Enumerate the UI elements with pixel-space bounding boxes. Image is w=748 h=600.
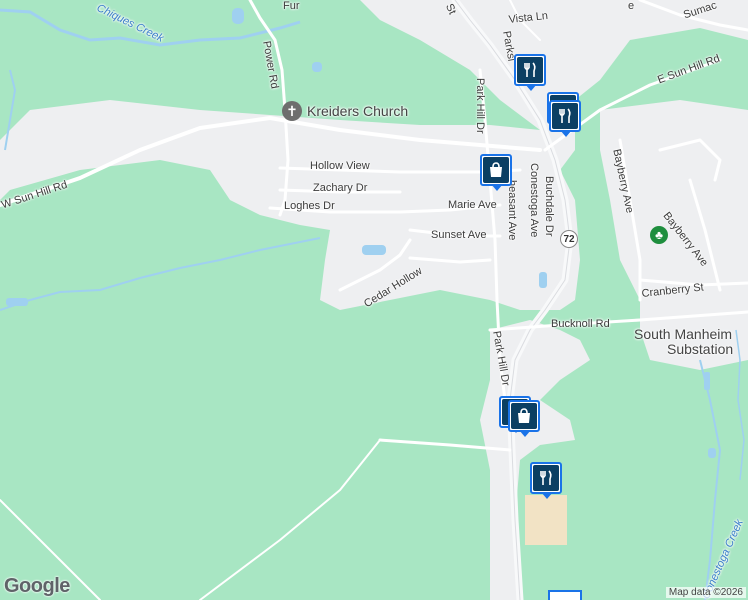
map-view[interactable]: Fur Power Rd Chiques Creek W Sun Hill Rd… (0, 0, 748, 600)
top-right-fragment-label: e (628, 0, 635, 12)
shopping-bag-icon (490, 162, 502, 177)
substation-label-line2[interactable]: Substation (667, 341, 733, 357)
church-icon[interactable]: ✝ (282, 101, 302, 121)
park-tree-icon[interactable]: ♣ (650, 226, 668, 244)
buchdale-dr-label: Buchdale Dr (543, 176, 555, 237)
map-attribution[interactable]: Map data ©2026 (665, 587, 746, 598)
furnace-road-label: Fur (283, 0, 300, 12)
sunset-ave-label: Sunset Ave (431, 229, 487, 241)
shopping-pin-2[interactable] (508, 400, 542, 440)
park-hill-dr-north-label: Park Hill Dr (474, 78, 486, 134)
fork-knife-icon (540, 470, 552, 485)
route-72-shield: 72 (560, 230, 578, 248)
restaurant-pin-4[interactable] (530, 462, 564, 502)
restaurant-pin-2[interactable] (549, 100, 583, 140)
kreiders-church-label[interactable]: Kreiders Church (307, 103, 408, 119)
hollow-view-label: Hollow View (310, 160, 370, 172)
google-logo[interactable]: Google (4, 575, 70, 598)
loghes-dr-label: Loghes Dr (284, 200, 335, 212)
restaurant-pin-1[interactable] (514, 54, 548, 94)
conestoga-ave-label: Conestoga Ave (528, 163, 540, 238)
fork-knife-icon (559, 108, 571, 123)
zachary-dr-label: Zachary Dr (313, 182, 368, 194)
shopping-pin-1[interactable] (480, 154, 514, 194)
fork-knife-icon (524, 62, 536, 77)
partial-pin-bottom[interactable] (548, 590, 582, 600)
marie-ave-label: Marie Ave (448, 199, 497, 211)
substation-label-line1[interactable]: South Manheim (634, 326, 732, 342)
shopping-bag-icon (518, 408, 530, 423)
bucknoll-rd-label: Bucknoll Rd (551, 318, 610, 330)
commercial-lot (525, 495, 567, 545)
